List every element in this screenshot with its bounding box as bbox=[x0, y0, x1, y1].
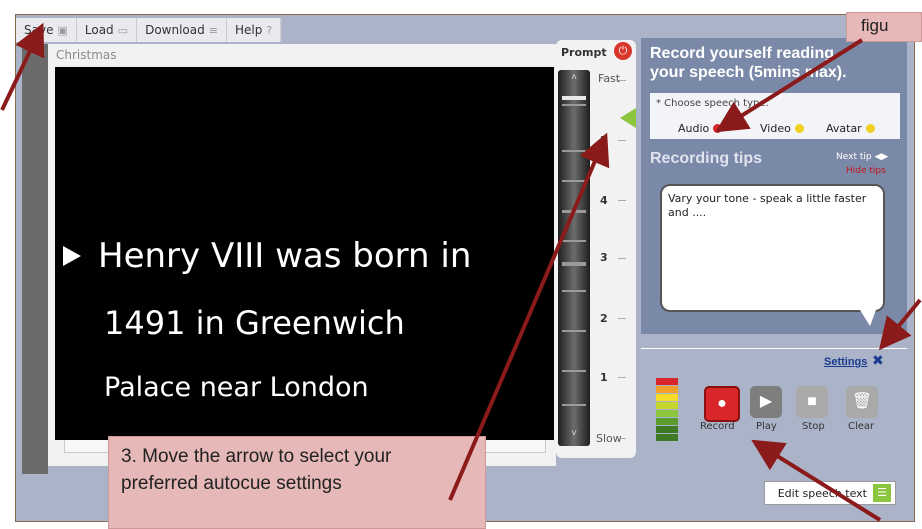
annotation-arrows bbox=[0, 22, 922, 522]
arrow-to-speed bbox=[448, 132, 610, 501]
arrow-to-settings bbox=[878, 298, 922, 351]
arrow-to-record bbox=[751, 439, 882, 522]
arrow-to-audio bbox=[715, 38, 864, 133]
arrow-to-save bbox=[0, 22, 45, 111]
